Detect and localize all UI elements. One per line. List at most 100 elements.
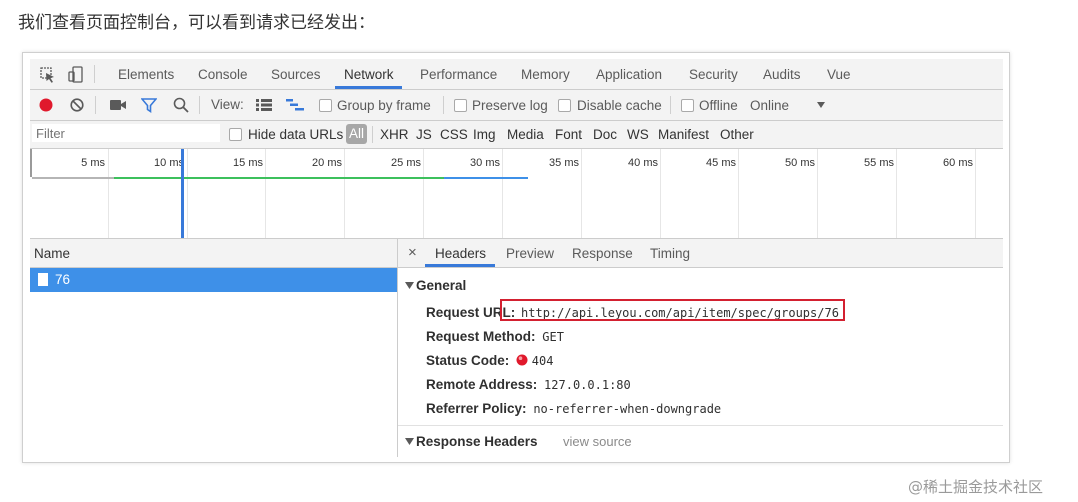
type-filter-css[interactable]: CSS: [440, 127, 468, 142]
timeline-tick: 60 ms: [943, 157, 973, 169]
triangle-expanded-icon[interactable]: [405, 438, 414, 446]
type-filter-ws[interactable]: WS: [627, 127, 649, 142]
tab-application[interactable]: Application: [596, 67, 662, 82]
capture-screenshots-icon[interactable]: [110, 99, 127, 111]
referrer-policy-value: no-referrer-when-downgrade: [533, 402, 722, 416]
devtools-screenshot: Elements Console Sources Network Perform…: [22, 52, 1010, 463]
tab-performance[interactable]: Performance: [420, 67, 497, 82]
detail-tab-bar: × Headers Preview Response Timing: [398, 239, 1003, 268]
type-filter-all[interactable]: All: [346, 124, 368, 144]
referrer-policy-row: Referrer Policy: no-referrer-when-downgr…: [426, 401, 721, 416]
request-method-value: GET: [542, 330, 564, 344]
active-detail-tab-indicator: [425, 264, 495, 267]
view-source-link[interactable]: view source: [563, 434, 632, 449]
inspect-element-icon[interactable]: [40, 67, 56, 83]
timeline-waiting-bar: [32, 177, 114, 179]
group-by-frame-label: Group by frame: [337, 98, 431, 113]
active-tab-indicator: [335, 86, 402, 89]
request-name: 76: [55, 272, 71, 287]
timeline-tick: 30 ms: [470, 157, 500, 169]
tab-sources[interactable]: Sources: [271, 67, 321, 82]
tab-security[interactable]: Security: [689, 67, 738, 82]
tab-audits[interactable]: Audits: [763, 67, 801, 82]
tab-memory[interactable]: Memory: [521, 67, 570, 82]
timeline-tick: 10 ms: [154, 157, 184, 169]
disable-cache-checkbox[interactable]: [558, 99, 571, 112]
status-code-row: Status Code: 404: [426, 353, 553, 368]
type-filter-xhr[interactable]: XHR: [380, 127, 409, 142]
timeline-tick: 20 ms: [312, 157, 342, 169]
type-filter-font[interactable]: Font: [555, 127, 582, 142]
filter-bar: Hide data URLs All XHR JS CSS Img Media …: [30, 121, 1003, 149]
offline-checkbox[interactable]: [681, 99, 694, 112]
status-code-key: Status Code:: [426, 353, 510, 368]
tab-preview[interactable]: Preview: [506, 246, 554, 261]
tab-network[interactable]: Network: [344, 67, 394, 82]
hide-data-urls-checkbox[interactable]: [229, 128, 242, 141]
remote-address-value: 127.0.0.1:80: [544, 378, 631, 392]
remote-address-row: Remote Address: 127.0.0.1:80: [426, 377, 631, 392]
timeline-domcontentloaded-marker: [181, 149, 184, 238]
preserve-log-checkbox[interactable]: [454, 99, 467, 112]
offline-label: Offline: [699, 98, 738, 113]
tab-headers[interactable]: Headers: [435, 246, 486, 261]
disable-cache-label: Disable cache: [577, 98, 662, 113]
type-filter-doc[interactable]: Doc: [593, 127, 617, 142]
main-tab-bar: Elements Console Sources Network Perform…: [30, 59, 1003, 90]
response-headers-section-title[interactable]: Response Headers: [416, 434, 538, 449]
record-icon[interactable]: [39, 98, 53, 112]
timeline-load-bar: [444, 177, 528, 179]
close-icon[interactable]: ×: [408, 244, 417, 261]
tab-console[interactable]: Console: [198, 67, 248, 82]
headers-panel: General Request URL: http://api.leyou.co…: [398, 268, 1003, 457]
intro-text: 我们查看页面控制台，可以看到请求已经发出：: [18, 13, 375, 33]
general-section-title[interactable]: General: [416, 278, 466, 293]
type-filter-manifest[interactable]: Manifest: [658, 127, 709, 142]
table-row[interactable]: 76: [30, 268, 397, 292]
status-code-value: 404: [531, 354, 554, 368]
devtools-window: Elements Console Sources Network Perform…: [30, 59, 1003, 457]
search-icon[interactable]: [173, 97, 189, 113]
remote-address-key: Remote Address:: [426, 377, 538, 392]
timeline-tick: 40 ms: [628, 157, 658, 169]
timeline-tick: 55 ms: [864, 157, 894, 169]
clear-icon[interactable]: [70, 98, 84, 112]
type-filter-img[interactable]: Img: [473, 127, 496, 142]
tab-elements[interactable]: Elements: [118, 67, 174, 82]
group-by-frame-checkbox[interactable]: [319, 99, 332, 112]
device-toolbar-icon[interactable]: [68, 66, 84, 84]
timeline-tick: 35 ms: [549, 157, 579, 169]
document-icon: [38, 273, 48, 286]
timeline-tick: 45 ms: [706, 157, 736, 169]
watermark: @稀土掘金技术社区: [908, 478, 1044, 496]
chevron-down-icon[interactable]: [816, 101, 826, 109]
tab-timing[interactable]: Timing: [650, 246, 690, 261]
request-method-key: Request Method:: [426, 329, 536, 344]
view-label: View:: [211, 97, 244, 112]
referrer-policy-key: Referrer Policy:: [426, 401, 527, 416]
throttling-select[interactable]: Online: [750, 98, 789, 113]
request-method-row: Request Method: GET: [426, 329, 564, 344]
network-toolbar: View: Group by frame Preserve log Disabl…: [30, 90, 1003, 121]
type-filter-media[interactable]: Media: [507, 127, 544, 142]
name-header-label: Name: [34, 246, 71, 261]
tab-vue[interactable]: Vue: [827, 67, 851, 82]
timeline-tick: 25 ms: [391, 157, 421, 169]
status-error-dot-icon: [516, 354, 528, 366]
timeline-tick: 15 ms: [233, 157, 263, 169]
timeline-tick: 5 ms: [81, 157, 105, 169]
type-filter-js[interactable]: JS: [416, 127, 432, 142]
triangle-expanded-icon[interactable]: [405, 282, 414, 290]
timeline-overview[interactable]: 5 ms 10 ms 15 ms 20 ms 25 ms 30 ms 35 ms…: [30, 149, 1003, 239]
hide-data-urls-label: Hide data URLs: [248, 127, 344, 142]
request-list: 76: [30, 268, 398, 457]
filter-icon[interactable]: [141, 98, 157, 113]
filter-input[interactable]: [32, 124, 220, 142]
type-filter-other[interactable]: Other: [720, 127, 754, 142]
name-column-header[interactable]: Name: [30, 239, 398, 268]
tab-response[interactable]: Response: [572, 246, 633, 261]
overview-waterfall-icon[interactable]: [286, 99, 304, 111]
url-highlight-box: [500, 299, 845, 321]
timeline-download-bar: [114, 177, 444, 179]
large-request-rows-icon[interactable]: [256, 99, 272, 111]
